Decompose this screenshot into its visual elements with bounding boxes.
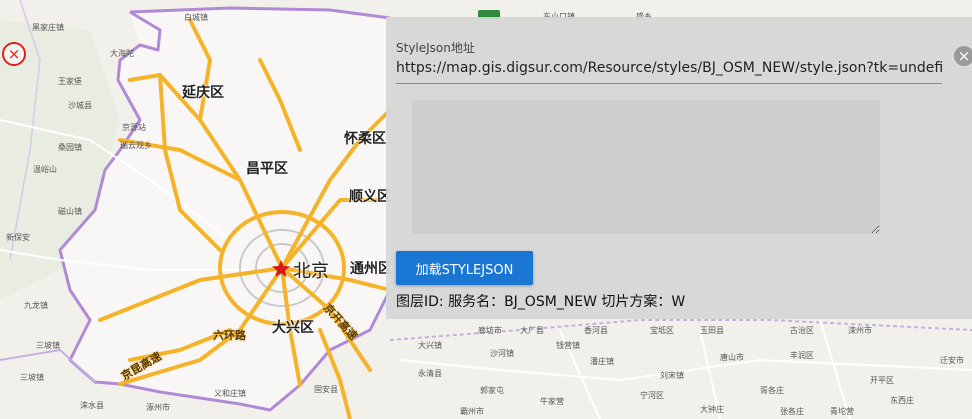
place-label: 古治区	[790, 326, 814, 335]
place-label: 牛家营	[540, 397, 564, 406]
district-label: 顺义区	[349, 189, 391, 205]
place-label: 涞水县	[80, 401, 104, 410]
place-label: 郭家屯	[480, 386, 504, 395]
place-label: 温峪山	[33, 165, 57, 174]
place-label: 磁山镇	[58, 207, 82, 216]
layer-info-text: 图层ID: 服务名：BJ_OSM_NEW 切片方案：W	[396, 294, 686, 310]
place-label: 青坨营	[830, 407, 854, 416]
place-label: 丰润区	[790, 351, 814, 360]
road-label: 六环路	[213, 329, 246, 342]
district-label: 大兴区	[272, 320, 314, 336]
place-label: 桑园镇	[58, 143, 82, 152]
load-stylejson-button[interactable]: 加载STYLEJSON	[396, 251, 533, 285]
place-label: 义和庄镇	[214, 389, 246, 398]
place-label: 玉田县	[700, 326, 724, 335]
place-label: 九龙镇	[24, 301, 48, 310]
district-label: 延庆区	[182, 85, 224, 101]
place-label: 迁安市	[940, 356, 964, 365]
place-label: 三坡镇	[36, 341, 60, 350]
stylejson-textarea[interactable]	[412, 100, 880, 234]
place-label: 大钟庄	[700, 405, 724, 414]
place-label: 白城镇	[184, 13, 208, 22]
stylejson-panel: StyleJson地址 × 加载STYLEJSON 图层ID: 服务名：BJ_O…	[386, 17, 972, 319]
clear-icon[interactable]: ×	[954, 46, 972, 66]
place-label: 京源站	[122, 123, 146, 132]
close-icon[interactable]: ×	[2, 42, 26, 66]
stylejson-url-input[interactable]	[396, 53, 942, 84]
capital-label: 北京	[293, 261, 329, 282]
place-label: 滦州市	[848, 326, 872, 335]
place-label: 张各庄	[780, 407, 804, 416]
place-label: 宁河区	[640, 391, 664, 400]
district-label: 昌平区	[246, 161, 288, 177]
place-label: 固安县	[314, 385, 338, 394]
place-label: 三坡镇	[20, 373, 44, 382]
place-label: 宝坻区	[650, 326, 674, 335]
place-label: 王家堡	[58, 77, 82, 86]
place-label: 东西庄	[890, 396, 914, 405]
place-label: 大海陀	[110, 49, 134, 58]
place-label: 刘宋镇	[660, 371, 684, 380]
place-label: 黑家庄镇	[32, 23, 64, 32]
place-label: 开平区	[870, 376, 894, 385]
place-label: 涿州市	[146, 403, 170, 412]
place-label: 瑞云观乡	[120, 141, 152, 150]
district-label: 怀柔区	[344, 131, 386, 147]
place-label: 新保安	[6, 233, 30, 242]
place-label: 永清县	[418, 369, 442, 378]
place-label: 香河县	[584, 326, 608, 335]
place-label: 唐山市	[720, 353, 744, 362]
place-label: 沙城县	[68, 101, 92, 110]
place-label: 沙河镇	[490, 349, 514, 358]
place-label: 大厂县	[520, 326, 544, 335]
place-label: 胥各庄	[760, 386, 784, 395]
place-label: 廊坊市	[478, 326, 502, 335]
place-label: 霸州市	[460, 407, 484, 416]
place-label: 大兴镇	[418, 341, 442, 350]
place-label: 潘庄镇	[590, 357, 614, 366]
place-label: 钱营镇	[556, 341, 580, 350]
